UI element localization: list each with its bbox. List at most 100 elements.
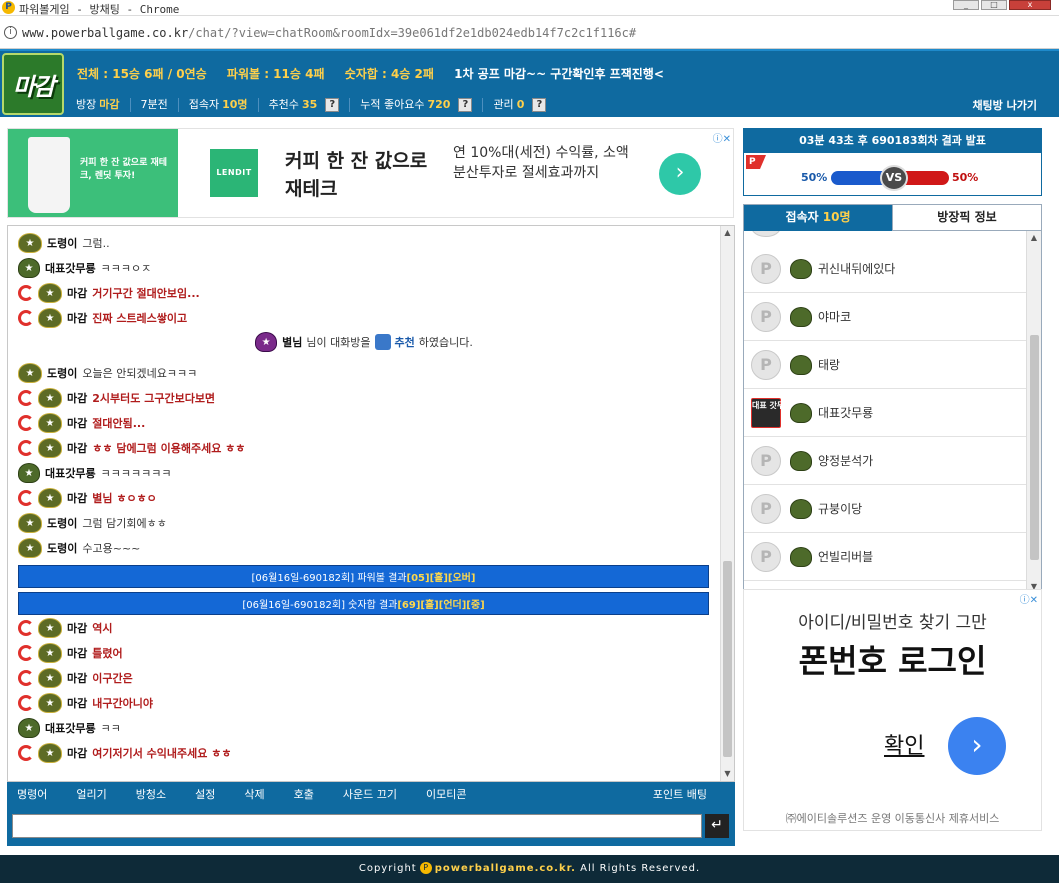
- chat-message: ★ 마감 역시: [18, 618, 113, 638]
- message-nick[interactable]: 마감: [67, 390, 87, 406]
- users-scrollbar-thumb[interactable]: [1030, 335, 1039, 560]
- scroll-up-icon[interactable]: ▲: [721, 226, 734, 240]
- chat-scrollbar-thumb[interactable]: [723, 561, 732, 757]
- system-message-action: 추천: [394, 336, 415, 349]
- minimize-button[interactable]: _: [953, 0, 979, 10]
- message-text: 별님 ㅎㅇㅎㅇ: [92, 492, 157, 505]
- scroll-up-icon[interactable]: ▲: [1027, 231, 1041, 245]
- message-text: 틀렸어: [92, 647, 123, 660]
- tab-owner-pick[interactable]: 방장픽 정보: [892, 205, 1041, 231]
- message-nick[interactable]: 마감: [67, 670, 87, 686]
- user-row[interactable]: P 양정분석가: [744, 437, 1026, 485]
- chat-message: ★ 마감 별님 ㅎㅇㅎㅇ: [18, 488, 157, 508]
- message-nick[interactable]: 도령이: [47, 515, 77, 531]
- maximize-button[interactable]: □: [981, 0, 1007, 10]
- toolbar-item[interactable]: 사운드 끄기: [343, 786, 397, 802]
- user-row[interactable]: P 언빌리버블: [744, 533, 1026, 581]
- thumbs-up-icon: [374, 334, 391, 350]
- message-nick[interactable]: 도령이: [47, 540, 77, 556]
- user-level-badge-icon: ★: [18, 233, 42, 253]
- admin-swirl-icon: [18, 310, 34, 326]
- result-banner-powerball: [06월16일-690182회] 파워볼 결과 [05][홀][오버]: [18, 565, 709, 588]
- send-icon[interactable]: ↵: [705, 814, 729, 838]
- ad-go-button[interactable]: ›: [659, 153, 701, 195]
- message-text: 그럼..: [82, 237, 110, 250]
- message-nick[interactable]: 마감: [67, 620, 87, 636]
- toolbar-item[interactable]: 설정: [195, 786, 215, 802]
- coffee-cup-icon: [28, 137, 70, 213]
- chat-message: ★ 마감 이구간은: [18, 668, 133, 688]
- user-name: 야마코: [818, 310, 852, 324]
- message-nick[interactable]: 도령이: [47, 235, 77, 251]
- user-row[interactable]: P 태랑: [744, 341, 1026, 389]
- likes-help-button[interactable]: ?: [458, 98, 473, 112]
- message-nick[interactable]: 대표갓무룡: [45, 720, 96, 736]
- site-info-icon[interactable]: i: [4, 26, 17, 39]
- toolbar-item[interactable]: 호출: [294, 786, 314, 802]
- message-nick[interactable]: 마감: [67, 310, 87, 326]
- vs-icon: VS: [880, 165, 908, 191]
- message-nick[interactable]: 마감: [67, 745, 87, 761]
- toolbar-item[interactable]: 이모티콘: [426, 786, 466, 802]
- ad-choices-icon[interactable]: ⓘ✕: [713, 130, 731, 145]
- message-text: 이구간은: [92, 672, 133, 685]
- user-row[interactable]: P 귀신내뒤에있다: [744, 245, 1026, 293]
- side-advertisement[interactable]: ⓘ✕ 아이디/비밀번호 찾기 그만 폰번호 로그인 확인 › ㈜에이티솔루션즈 …: [743, 589, 1042, 831]
- toolbar-item[interactable]: 방청소: [136, 786, 166, 802]
- system-message-nick[interactable]: 별님: [282, 334, 302, 350]
- message-nick[interactable]: 마감: [67, 415, 87, 431]
- copyright-icon: P: [419, 862, 432, 874]
- point-bet-button[interactable]: 포인트 배팅: [653, 786, 707, 802]
- message-nick[interactable]: 대표갓무룡: [45, 465, 96, 481]
- page-footer: Copyright Ppowerballgame.co.kr. All Right…: [0, 855, 1059, 883]
- toolbar-item[interactable]: 삭제: [244, 786, 264, 802]
- close-window-button[interactable]: x: [1009, 0, 1051, 10]
- chat-message: ★ 마감 틀렸어: [18, 643, 123, 663]
- manage-help-button[interactable]: ?: [532, 98, 547, 112]
- timer-header: 03분 43초 후 690183회차 결과 발표: [744, 129, 1041, 153]
- top-advertisement[interactable]: 커피 한 잔 값으로 재테크, 렌딧 투자! LENDIT 커피 한 잔 값으로…: [7, 128, 734, 218]
- chat-input[interactable]: [12, 814, 702, 838]
- chat-scrollbar[interactable]: ▲ ▼: [720, 226, 734, 781]
- user-level-badge-icon: ★: [18, 718, 40, 738]
- user-level-badge-icon: ★: [38, 488, 62, 508]
- toolbar-item[interactable]: 명령어: [17, 786, 47, 802]
- tab-visitors[interactable]: 접속자 10명: [744, 205, 892, 231]
- toolbar-item[interactable]: 얼리기: [76, 786, 106, 802]
- message-nick[interactable]: 마감: [67, 695, 87, 711]
- visitors-label: 접속자: [188, 98, 220, 111]
- user-row[interactable]: P 야마코: [744, 293, 1026, 341]
- user-row[interactable]: 대표 갓무룡 대표갓무룡: [744, 389, 1026, 437]
- message-nick[interactable]: 대표갓무룡: [45, 260, 96, 276]
- message-nick[interactable]: 마감: [67, 645, 87, 661]
- result-value: [05][홀][오버]: [406, 573, 476, 584]
- room-total-likes: 누적 좋아요수 720?: [350, 98, 484, 112]
- message-nick[interactable]: 마감: [67, 440, 87, 456]
- user-name: 대표갓무룡: [818, 406, 874, 420]
- user-level-badge-icon: ★: [38, 743, 62, 763]
- user-row[interactable]: P 규붕이당: [744, 485, 1026, 533]
- user-level-badge-icon: ★: [18, 258, 40, 278]
- users-list: P 귀신내뒤에있다 P 야마코 P 태랑 대표 갓무룡 대표갓무룡 P 양정분석가 P 규붕이당 P 언빌…: [744, 231, 1026, 594]
- scroll-down-icon[interactable]: ▼: [721, 767, 734, 781]
- message-nick[interactable]: 도령이: [47, 365, 77, 381]
- url-text[interactable]: www.powerballgame.co.kr/chat/?view=chatR…: [22, 26, 636, 40]
- footer-brand[interactable]: powerballgame.co.kr.: [435, 863, 576, 874]
- url-path: /chat/?view=chatRoom&roomIdx=39e061df2e1…: [188, 26, 637, 40]
- users-tabs: 접속자 10명 방장픽 정보: [744, 205, 1041, 231]
- user-level-badge-icon: [790, 498, 812, 519]
- exit-room-button[interactable]: 채팅방 나가기: [972, 97, 1037, 113]
- message-text: 그럼 담기회에ㅎㅎ: [82, 517, 167, 530]
- ad-choices-icon[interactable]: ⓘ✕: [1020, 591, 1038, 606]
- address-bar[interactable]: i www.powerballgame.co.kr/chat/?view=cha…: [0, 17, 1059, 49]
- chat-toolbar: 명령어 얼리기 방청소 설정 삭제 호출 사운드 끄기 이모티콘 포인트 배팅: [7, 782, 735, 806]
- users-scrollbar[interactable]: ▲ ▼: [1026, 231, 1041, 594]
- side-ad-go-button[interactable]: ›: [948, 717, 1006, 775]
- powerball-app-icon: P: [2, 1, 15, 14]
- side-ad-confirm-link[interactable]: 확인: [884, 728, 924, 760]
- message-nick[interactable]: 마감: [67, 285, 87, 301]
- message-nick[interactable]: 마감: [67, 490, 87, 506]
- chat-message: ★ 마감 ㅎㅎ 담에그럼 이용해주세요 ㅎㅎ: [18, 438, 245, 458]
- recommend-help-button[interactable]: ?: [325, 98, 340, 112]
- users-panel: 접속자 10명 방장픽 정보 P 귀신내뒤에있다 P 야마코 P 태랑 대표 갓무룡 대표갓무…: [743, 204, 1042, 595]
